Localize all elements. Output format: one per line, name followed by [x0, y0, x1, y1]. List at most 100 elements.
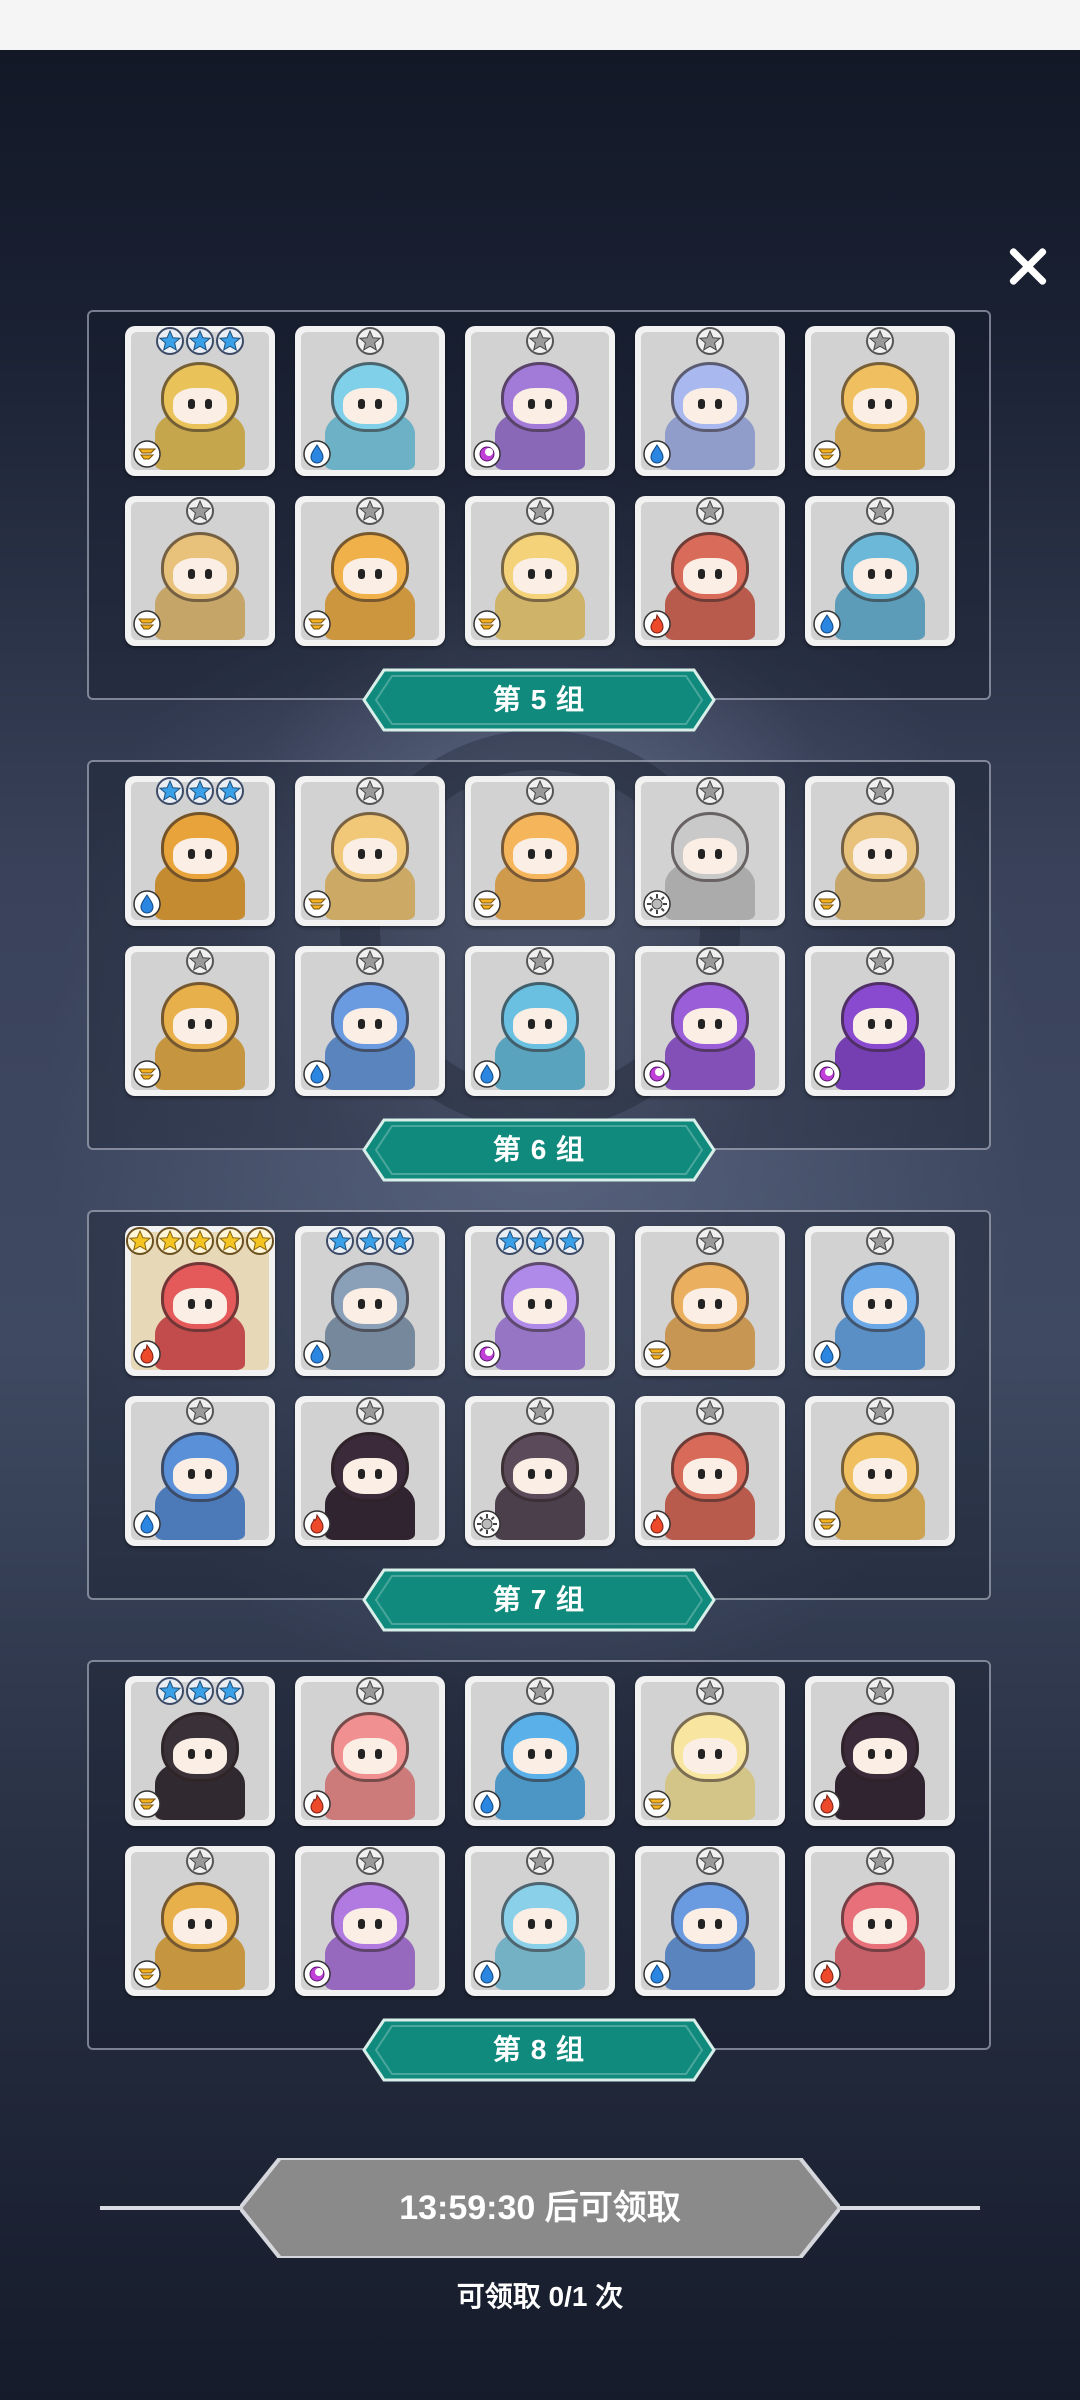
hero-card-purple-princess[interactable]	[465, 1226, 615, 1376]
hero-group-5	[87, 310, 991, 700]
hero-card-red-giraffe[interactable]	[635, 496, 785, 646]
hero-card-bandaged-mummy-yellow[interactable]	[295, 776, 445, 926]
hero-eye	[885, 1919, 892, 1929]
star-icon	[185, 1396, 215, 1426]
hero-face	[853, 558, 907, 594]
hero-card-purple-moai[interactable]	[295, 1846, 445, 1996]
hero-card-ice-beast[interactable]	[465, 946, 615, 1096]
hero-card-blue-dino[interactable]	[465, 1676, 615, 1826]
hero-face	[173, 1458, 227, 1494]
hero-card-shrine-maiden[interactable]	[295, 1396, 445, 1546]
close-button[interactable]	[1000, 238, 1056, 294]
hero-card-iron-knight[interactable]	[295, 1226, 445, 1376]
hero-face	[343, 1008, 397, 1044]
hero-face	[683, 1458, 737, 1494]
clock-golem-portrait	[145, 354, 255, 470]
hero-grid	[125, 326, 957, 646]
hero-eye	[358, 569, 365, 579]
hero-grid	[125, 1226, 957, 1546]
hero-card-dark-idol[interactable]	[125, 1676, 275, 1826]
hero-face	[853, 1458, 907, 1494]
star-rating	[125, 1676, 275, 1708]
hero-card-winged-knight[interactable]	[465, 496, 615, 646]
water-element-icon	[303, 1060, 331, 1088]
hero-eye	[188, 569, 195, 579]
hero-card-purple-reaper[interactable]	[805, 946, 955, 1096]
hero-card-lion-beast[interactable]	[635, 1226, 785, 1376]
hero-card-moai-statue[interactable]	[125, 496, 275, 646]
thunder-element-icon	[643, 1340, 671, 1368]
star-icon	[865, 1846, 895, 1876]
star-rating	[805, 776, 955, 808]
star-rating	[635, 496, 785, 528]
hero-card-purple-cactus[interactable]	[465, 326, 615, 476]
hero-card-red-knight[interactable]	[635, 1396, 785, 1546]
lion-beast-portrait	[655, 1254, 765, 1370]
hero-card-pyramid-head[interactable]	[295, 496, 445, 646]
red-knight-portrait	[655, 1424, 765, 1540]
hero-card-blue-chest-mimic[interactable]	[805, 496, 955, 646]
hero-card-scholar-blue[interactable]	[295, 946, 445, 1096]
hero-card-yellow-ghost[interactable]	[635, 1676, 785, 1826]
hero-eye	[715, 399, 722, 409]
hero-face	[173, 388, 227, 424]
hero-eye	[698, 1919, 705, 1929]
star-icon	[695, 946, 725, 976]
star-rating	[465, 1226, 615, 1258]
star-icon	[185, 946, 215, 976]
iron-knight-portrait	[315, 1254, 425, 1370]
hero-card-flower-girl[interactable]	[465, 1846, 615, 1996]
hero-card-goggle-wizard[interactable]	[125, 1396, 275, 1546]
hero-face	[343, 388, 397, 424]
hero-card-fox-girl[interactable]	[125, 1226, 275, 1376]
hero-card-polka-mushroom[interactable]	[805, 1226, 955, 1376]
claim-button[interactable]: 13:59:30 后可领取	[240, 2158, 840, 2258]
star-icon	[525, 776, 555, 806]
star-icon	[185, 1676, 215, 1706]
thunder-element-icon	[133, 1960, 161, 1988]
hero-eye	[698, 1749, 705, 1759]
dark-element-icon	[473, 1340, 501, 1368]
hero-face	[173, 1008, 227, 1044]
hero-card-white-witch[interactable]	[465, 1396, 615, 1546]
hero-card-knight-cat[interactable]	[805, 326, 955, 476]
hero-eye	[545, 849, 552, 859]
star-icon	[155, 1226, 185, 1256]
star-icon	[695, 776, 725, 806]
hero-card-scholar-blue[interactable]	[635, 1846, 785, 1996]
hero-card-moai-statue[interactable]	[805, 776, 955, 926]
hero-card-clock-golem[interactable]	[125, 326, 275, 476]
star-rating	[465, 1846, 615, 1878]
hero-face	[683, 1008, 737, 1044]
star-icon	[155, 326, 185, 356]
hero-card-bandaged-mummy[interactable]	[295, 326, 445, 476]
moai-statue-portrait	[825, 804, 935, 920]
hero-card-blonde-paladin[interactable]	[805, 1396, 955, 1546]
hero-card-shrine-maiden[interactable]	[805, 1676, 955, 1826]
hero-face	[683, 388, 737, 424]
hero-eye	[868, 1019, 875, 1029]
hero-card-yellow-witch[interactable]	[125, 1846, 275, 1996]
hero-eye	[528, 569, 535, 579]
hero-card-bandaged-mummy-red[interactable]	[295, 1676, 445, 1826]
purple-princess-portrait	[485, 1254, 595, 1370]
fire-element-icon	[133, 1340, 161, 1368]
hero-face	[853, 388, 907, 424]
yellow-ghost-portrait	[655, 1704, 765, 1820]
hero-card-blue-ghost[interactable]	[635, 326, 785, 476]
hero-card-purple-giraffe[interactable]	[635, 946, 785, 1096]
star-rating	[125, 1846, 275, 1878]
group-label: 第 7 组	[492, 1584, 586, 1615]
star-icon	[695, 326, 725, 356]
hero-eye	[205, 1299, 212, 1309]
purple-reaper-portrait	[825, 974, 935, 1090]
hero-card-crowned-queen[interactable]	[125, 776, 275, 926]
hero-eye	[188, 849, 195, 859]
hero-card-helmet-cat[interactable]	[635, 776, 785, 926]
hero-card-red-demon[interactable]	[805, 1846, 955, 1996]
hero-card-scholar-gold[interactable]	[125, 946, 275, 1096]
hero-eye	[545, 1749, 552, 1759]
goggle-wizard-portrait	[145, 1424, 255, 1540]
hero-card-bow-girl[interactable]	[465, 776, 615, 926]
hero-face	[173, 1908, 227, 1944]
